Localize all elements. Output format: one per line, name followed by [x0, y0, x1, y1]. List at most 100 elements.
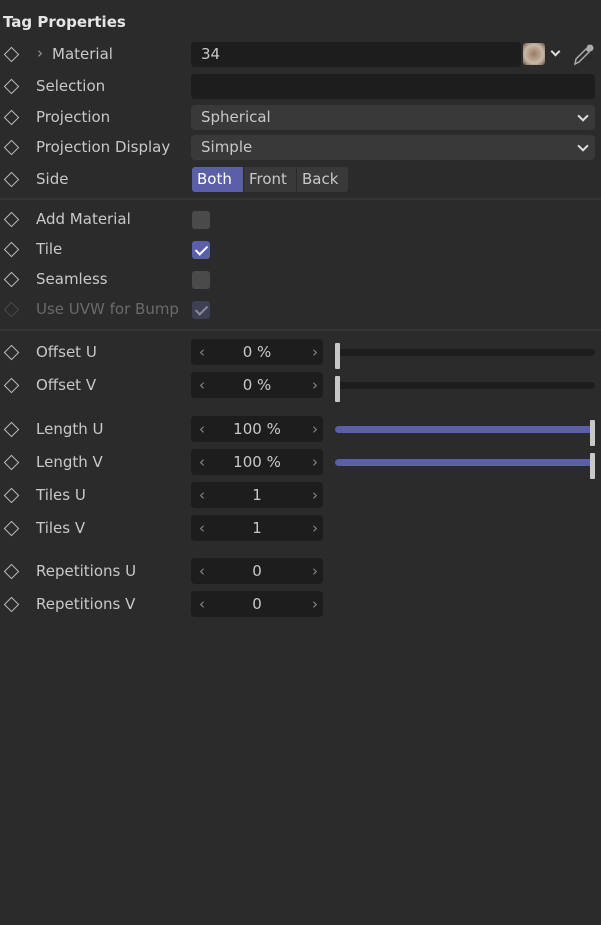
decrement-arrow-icon[interactable]: ‹ — [194, 482, 210, 508]
length-u-value: 100 % — [233, 420, 281, 438]
chevron-right-icon[interactable]: › — [37, 44, 43, 62]
row-tiles-v: Tiles V ‹ 1 › — [0, 515, 601, 543]
tile-checkbox[interactable] — [192, 241, 210, 259]
section-title: Tag Properties — [3, 13, 126, 31]
label: Seamless — [36, 270, 108, 288]
increment-arrow-icon[interactable]: › — [307, 339, 323, 365]
chevron-down-icon[interactable] — [550, 46, 561, 57]
label: Tiles U — [36, 486, 86, 504]
keyframe-icon[interactable] — [3, 78, 20, 95]
divider — [0, 198, 601, 200]
keyframe-icon[interactable] — [3, 487, 20, 504]
keyframe-icon[interactable] — [3, 344, 20, 361]
label: Tiles V — [36, 519, 86, 537]
increment-arrow-icon[interactable]: › — [307, 482, 323, 508]
divider — [0, 329, 601, 331]
length-v-slider[interactable] — [335, 453, 595, 479]
increment-arrow-icon[interactable]: › — [307, 591, 323, 617]
length-u-field[interactable]: ‹ 100 % › — [191, 416, 323, 442]
length-v-field[interactable]: ‹ 100 % › — [191, 449, 323, 475]
offset-v-field[interactable]: ‹ 0 % › — [191, 372, 323, 398]
keyframe-icon[interactable] — [3, 563, 20, 580]
decrement-arrow-icon[interactable]: ‹ — [194, 416, 210, 442]
offset-v-value: 0 % — [242, 376, 272, 394]
increment-arrow-icon[interactable]: › — [307, 449, 323, 475]
row-repetitions-u: Repetitions U ‹ 0 › — [0, 558, 601, 586]
slider-fill — [335, 426, 593, 433]
row-add-material: Add Material — [0, 206, 601, 234]
increment-arrow-icon[interactable]: › — [307, 515, 323, 541]
keyframe-icon — [3, 301, 20, 318]
length-v-value: 100 % — [233, 453, 281, 471]
label: Add Material — [36, 210, 131, 228]
keyframe-icon[interactable] — [3, 520, 20, 537]
use-uvw-for-bump-checkbox — [192, 301, 210, 319]
repetitions-v-value: 0 — [252, 595, 262, 613]
decrement-arrow-icon[interactable]: ‹ — [194, 515, 210, 541]
row-offset-u: Offset U ‹ 0 % › — [0, 339, 601, 369]
decrement-arrow-icon[interactable]: ‹ — [194, 591, 210, 617]
keyframe-icon[interactable] — [3, 241, 20, 258]
repetitions-v-field[interactable]: ‹ 0 › — [191, 591, 323, 617]
label: Tile — [36, 240, 63, 258]
row-projection-display: Projection Display Simple — [0, 134, 601, 162]
label: Selection — [36, 77, 106, 95]
slider-handle[interactable] — [335, 343, 340, 369]
increment-arrow-icon[interactable]: › — [307, 558, 323, 584]
row-use-uvw-for-bump: Use UVW for Bump — [0, 296, 601, 324]
decrement-arrow-icon[interactable]: ‹ — [194, 558, 210, 584]
side-front-button[interactable]: Front — [244, 167, 296, 192]
material-link-field[interactable]: 34 — [191, 42, 521, 67]
seamless-checkbox[interactable] — [192, 271, 210, 289]
label: Repetitions U — [36, 562, 137, 580]
decrement-arrow-icon[interactable]: ‹ — [194, 339, 210, 365]
side-both-button[interactable]: Both — [192, 167, 243, 192]
eyedropper-icon[interactable] — [571, 43, 595, 67]
label: Length U — [36, 420, 104, 438]
tiles-u-field[interactable]: ‹ 1 › — [191, 482, 323, 508]
keyframe-icon[interactable] — [3, 454, 20, 471]
projection-display-dropdown[interactable]: Simple — [191, 135, 595, 160]
row-length-v: Length V ‹ 100 % › — [0, 449, 601, 479]
add-material-checkbox[interactable] — [192, 211, 210, 229]
keyframe-icon[interactable] — [3, 109, 20, 126]
slider-handle[interactable] — [590, 420, 595, 446]
tiles-v-value: 1 — [252, 519, 262, 537]
keyframe-icon[interactable] — [3, 421, 20, 438]
label: Projection Display — [36, 138, 171, 156]
increment-arrow-icon[interactable]: › — [307, 372, 323, 398]
keyframe-icon[interactable] — [3, 46, 20, 63]
projection-display-value: Simple — [201, 138, 253, 156]
keyframe-icon[interactable] — [3, 171, 20, 188]
label: Length V — [36, 453, 103, 471]
keyframe-icon[interactable] — [3, 596, 20, 613]
offset-v-slider[interactable] — [335, 376, 595, 402]
row-tiles-u: Tiles U ‹ 1 › — [0, 482, 601, 510]
side-back-button[interactable]: Back — [297, 167, 348, 192]
length-u-slider[interactable] — [335, 420, 595, 446]
repetitions-u-field[interactable]: ‹ 0 › — [191, 558, 323, 584]
offset-u-value: 0 % — [242, 343, 272, 361]
keyframe-icon[interactable] — [3, 377, 20, 394]
projection-dropdown[interactable]: Spherical — [191, 105, 595, 130]
row-selection: Selection — [0, 73, 601, 101]
slider-handle[interactable] — [335, 376, 340, 402]
increment-arrow-icon[interactable]: › — [307, 416, 323, 442]
label: Projection — [36, 108, 111, 126]
decrement-arrow-icon[interactable]: ‹ — [194, 449, 210, 475]
label: Side — [36, 170, 69, 188]
slider-handle[interactable] — [590, 453, 595, 479]
tiles-u-value: 1 — [252, 486, 262, 504]
offset-u-slider[interactable] — [335, 343, 595, 369]
keyframe-icon[interactable] — [3, 211, 20, 228]
tiles-v-field[interactable]: ‹ 1 › — [191, 515, 323, 541]
label: Offset V — [36, 376, 97, 394]
selection-field[interactable] — [191, 74, 595, 99]
offset-u-field[interactable]: ‹ 0 % › — [191, 339, 323, 365]
material-thumbnail-icon[interactable] — [523, 43, 545, 65]
keyframe-icon[interactable] — [3, 139, 20, 156]
decrement-arrow-icon[interactable]: ‹ — [194, 372, 210, 398]
repetitions-u-value: 0 — [252, 562, 262, 580]
row-projection: Projection Spherical — [0, 104, 601, 132]
keyframe-icon[interactable] — [3, 271, 20, 288]
